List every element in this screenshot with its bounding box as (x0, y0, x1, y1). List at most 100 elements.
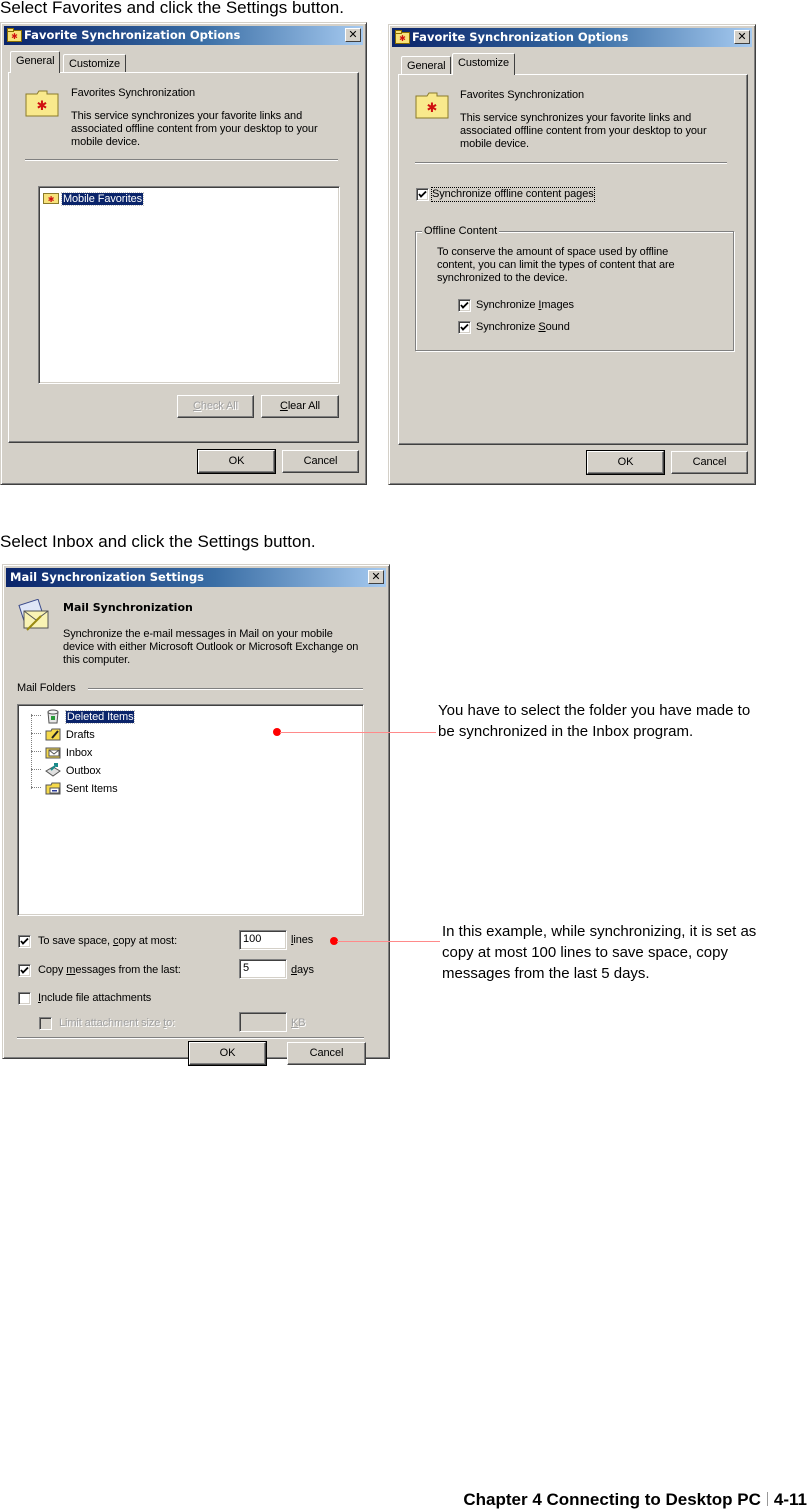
outbox-icon (45, 762, 62, 777)
cancel-button[interactable]: Cancel (287, 1042, 366, 1065)
cancel-button[interactable]: Cancel (282, 450, 359, 473)
favorites-tree[interactable]: ✱ Mobile Favorites (38, 186, 340, 384)
folder-note: You have to select the folder you have m… (438, 702, 751, 740)
mail-folders-label: Mail Folders (17, 682, 76, 694)
drafts-icon (45, 728, 61, 741)
copy-at-most-label[interactable]: To save space, copy at most: (38, 935, 177, 948)
separator (415, 162, 727, 164)
callout-line-folders (280, 732, 436, 733)
cancel-button[interactable]: Cancel (671, 451, 748, 474)
folder-drafts[interactable]: Drafts (31, 725, 95, 743)
copy-at-most-checkbox[interactable] (18, 935, 31, 948)
title-bar: ✱ Favorite Synchronization Options ✕ (4, 26, 363, 45)
section-heading: Favorites Synchronization (460, 89, 585, 101)
checkmark-icon (460, 301, 469, 309)
favorites-folder-icon: ✱ (7, 28, 22, 42)
svg-text:✱: ✱ (48, 195, 55, 204)
folder-inbox[interactable]: Inbox (31, 743, 92, 761)
section-heading: Favorites Synchronization (71, 87, 196, 99)
sent-items-icon (45, 782, 61, 795)
separator (25, 159, 338, 161)
svg-text:✱: ✱ (399, 34, 406, 43)
tab-customize[interactable]: Customize (63, 54, 127, 73)
close-button[interactable]: ✕ (734, 30, 750, 44)
favorites-customize-dialog: ✱ Favorite Synchronization Options ✕ Gen… (388, 24, 756, 485)
clear-all-button[interactable]: Clear All (261, 395, 339, 418)
customize-tab-panel: ✱ Favorites Synchronization This service… (398, 74, 748, 445)
close-button[interactable]: ✕ (345, 28, 361, 42)
mail-sync-dialog: Mail Synchronization Settings ✕ Mail Syn… (2, 564, 390, 1066)
tab-general[interactable]: General (401, 56, 452, 75)
section-description: This service synchronizes your favorite … (71, 110, 318, 148)
favorites-folder-icon: ✱ (395, 30, 410, 44)
inbox-caption: Select Inbox and click the Settings butt… (0, 532, 316, 551)
dialog-title: Favorite Synchronization Options (24, 28, 241, 42)
offline-content-group: Offline Content To conserve the amount o… (415, 225, 734, 351)
folder-deleted-items[interactable]: Deleted Items (31, 707, 136, 725)
days-unit-label: days (291, 964, 314, 976)
copy-days-input[interactable]: 5 (239, 959, 287, 979)
svg-text:✱: ✱ (11, 32, 18, 41)
ok-button[interactable]: OK (586, 450, 665, 475)
include-attachments-label[interactable]: Include file attachments (38, 992, 151, 1005)
checkmark-icon (20, 937, 29, 945)
general-tab-panel: ✱ Favorites Synchronization This service… (8, 72, 359, 443)
close-icon: ✕ (737, 30, 747, 43)
footer-divider (766, 1492, 768, 1506)
section-description: This service synchronizes your favorite … (460, 112, 707, 150)
mail-folders-tree[interactable]: Deleted Items Drafts Inbox Outbox Sent I… (17, 704, 364, 916)
title-bar: ✱ Favorite Synchronization Options ✕ (392, 28, 752, 47)
dialog-title: Mail Synchronization Settings (10, 570, 205, 584)
sync-images-checkbox[interactable] (458, 299, 471, 312)
limit-size-input[interactable] (239, 1012, 287, 1032)
favorites-folder-icon: ✱ (43, 193, 59, 204)
section-heading: Mail Synchronization (63, 601, 193, 614)
group-label: Offline Content (422, 225, 500, 238)
group-description: To conserve the amount of space used by … (437, 246, 675, 284)
favorites-caption: Select Favorites and click the Settings … (0, 0, 344, 17)
title-bar: Mail Synchronization Settings ✕ (6, 568, 386, 587)
sync-offline-label[interactable]: Synchronize offline content pages (431, 187, 595, 202)
tab-general[interactable]: General (10, 51, 61, 73)
svg-text:✱: ✱ (427, 100, 438, 115)
sync-images-label[interactable]: Synchronize Images (476, 299, 574, 312)
limit-size-label: Limit attachment size to: (59, 1017, 176, 1029)
limit-size-checkbox[interactable] (39, 1017, 52, 1030)
dialog-title: Favorite Synchronization Options (412, 30, 629, 44)
deleted-items-icon (47, 709, 60, 724)
lines-unit-label: lines (291, 934, 314, 946)
favorites-folder-icon: ✱ (25, 90, 59, 117)
tab-customize[interactable]: Customize (452, 53, 516, 75)
checkmark-icon (418, 190, 427, 198)
check-all-button[interactable]: Check All (177, 395, 254, 418)
sync-offline-checkbox[interactable] (416, 188, 429, 201)
checkmark-icon (20, 966, 29, 974)
callout-line-example (337, 941, 440, 942)
section-description: Synchronize the e-mail messages in Mail … (63, 628, 359, 666)
separator (88, 688, 363, 690)
kb-unit-label: KB (291, 1017, 306, 1029)
copy-lines-input[interactable]: 100 (239, 930, 287, 950)
copy-last-checkbox[interactable] (18, 964, 31, 977)
inbox-icon (45, 747, 61, 759)
separator (17, 1037, 364, 1039)
include-attachments-checkbox[interactable] (18, 992, 31, 1005)
ok-button[interactable]: OK (197, 449, 276, 474)
page-number: 4-11 (773, 1490, 807, 1509)
tree-item[interactable]: ✱ Mobile Favorites (43, 191, 145, 206)
close-button[interactable]: ✕ (368, 570, 384, 584)
page-footer: Chapter 4 Connecting to Desktop PC 4-11 (463, 1490, 807, 1510)
favorites-general-dialog: ✱ Favorite Synchronization Options ✕ Gen… (0, 22, 367, 485)
checkmark-icon (460, 323, 469, 331)
ok-button[interactable]: OK (188, 1041, 267, 1066)
folder-sent-items[interactable]: Sent Items (31, 779, 118, 797)
close-icon: ✕ (371, 570, 381, 583)
svg-text:✱: ✱ (37, 98, 48, 113)
folder-outbox[interactable]: Outbox (31, 761, 101, 779)
close-icon: ✕ (348, 28, 358, 41)
mail-envelope-icon (18, 599, 49, 631)
chapter-title: Chapter 4 Connecting to Desktop PC (463, 1490, 761, 1509)
sync-sound-label[interactable]: Synchronize Sound (476, 321, 570, 334)
copy-last-label[interactable]: Copy messages from the last: (38, 964, 181, 977)
sync-sound-checkbox[interactable] (458, 321, 471, 334)
